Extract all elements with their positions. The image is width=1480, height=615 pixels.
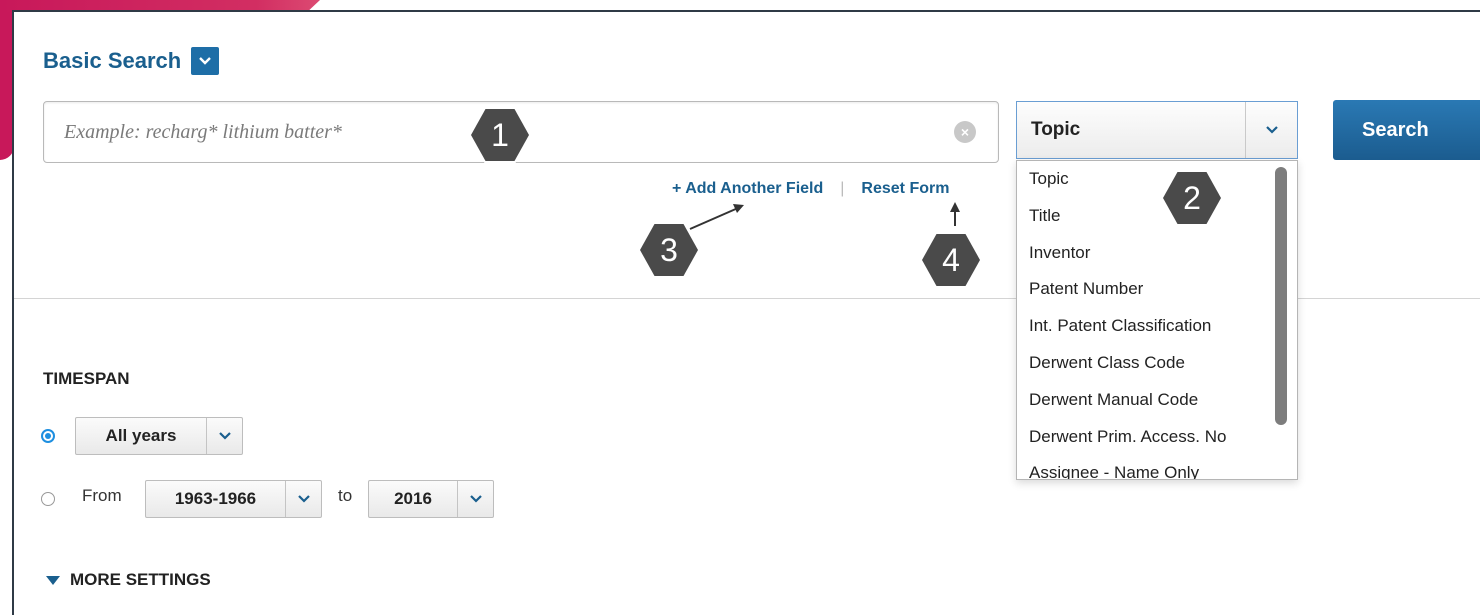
more-settings-label: MORE SETTINGS xyxy=(70,570,211,589)
more-settings-toggle[interactable]: MORE SETTINGS xyxy=(43,570,211,590)
to-year-dropdown[interactable]: 2016 xyxy=(368,480,494,518)
scrollbar-thumb[interactable] xyxy=(1275,167,1287,425)
selected-field-label: Topic xyxy=(1031,119,1081,140)
page-title: Basic Search xyxy=(43,48,182,73)
field-option[interactable]: Derwent Class Code xyxy=(1017,351,1297,388)
field-option[interactable]: Derwent Manual Code xyxy=(1017,388,1297,425)
chevron-down-icon xyxy=(469,495,482,503)
field-select-arrow[interactable] xyxy=(1245,102,1297,158)
field-option[interactable]: Derwent Prim. Access. No xyxy=(1017,425,1297,462)
search-mode-header: Basic Search xyxy=(43,47,220,75)
all-years-dropdown[interactable]: All years xyxy=(75,417,243,455)
from-year-value: 1963-1966 xyxy=(174,489,257,508)
search-field-select[interactable]: Topic xyxy=(1016,101,1298,159)
search-mode-dropdown[interactable] xyxy=(191,47,220,75)
link-separator: | xyxy=(840,180,845,197)
chevron-down-icon xyxy=(218,432,231,440)
field-option[interactable]: Topic xyxy=(1017,167,1297,204)
all-years-value: All years xyxy=(105,426,177,445)
field-option[interactable]: Inventor xyxy=(1017,241,1297,278)
reset-form-link[interactable]: Reset Form xyxy=(861,180,949,198)
chevron-down-icon xyxy=(297,495,310,503)
from-year-dropdown[interactable]: 1963-1966 xyxy=(145,480,322,518)
chevron-down-icon xyxy=(1265,126,1278,134)
dropdown-arrow[interactable] xyxy=(285,481,321,517)
search-button[interactable]: Search xyxy=(1333,100,1480,160)
form-links: + Add Another Field | Reset Form xyxy=(672,180,949,198)
chevron-down-icon xyxy=(199,57,212,65)
custom-range-radio[interactable] xyxy=(41,492,55,506)
to-label: to xyxy=(338,486,353,505)
field-options-list[interactable]: Topic Title Inventor Patent Number Int. … xyxy=(1016,160,1298,480)
field-option[interactable]: Int. Patent Classification xyxy=(1017,314,1297,351)
to-year-value: 2016 xyxy=(394,489,432,508)
field-option[interactable]: Assignee - Name Only xyxy=(1017,461,1297,479)
all-years-radio[interactable] xyxy=(41,429,55,443)
field-option[interactable]: Title xyxy=(1017,204,1297,241)
field-option[interactable]: Patent Number xyxy=(1017,277,1297,314)
dropdown-arrow[interactable] xyxy=(457,481,493,517)
dropdown-arrow[interactable] xyxy=(206,418,242,454)
timespan-label: TIMESPAN xyxy=(43,369,130,388)
clear-icon[interactable]: × xyxy=(954,121,976,143)
from-label: From xyxy=(82,486,122,505)
add-another-field-link[interactable]: + Add Another Field xyxy=(672,180,823,198)
triangle-down-icon xyxy=(46,575,60,585)
